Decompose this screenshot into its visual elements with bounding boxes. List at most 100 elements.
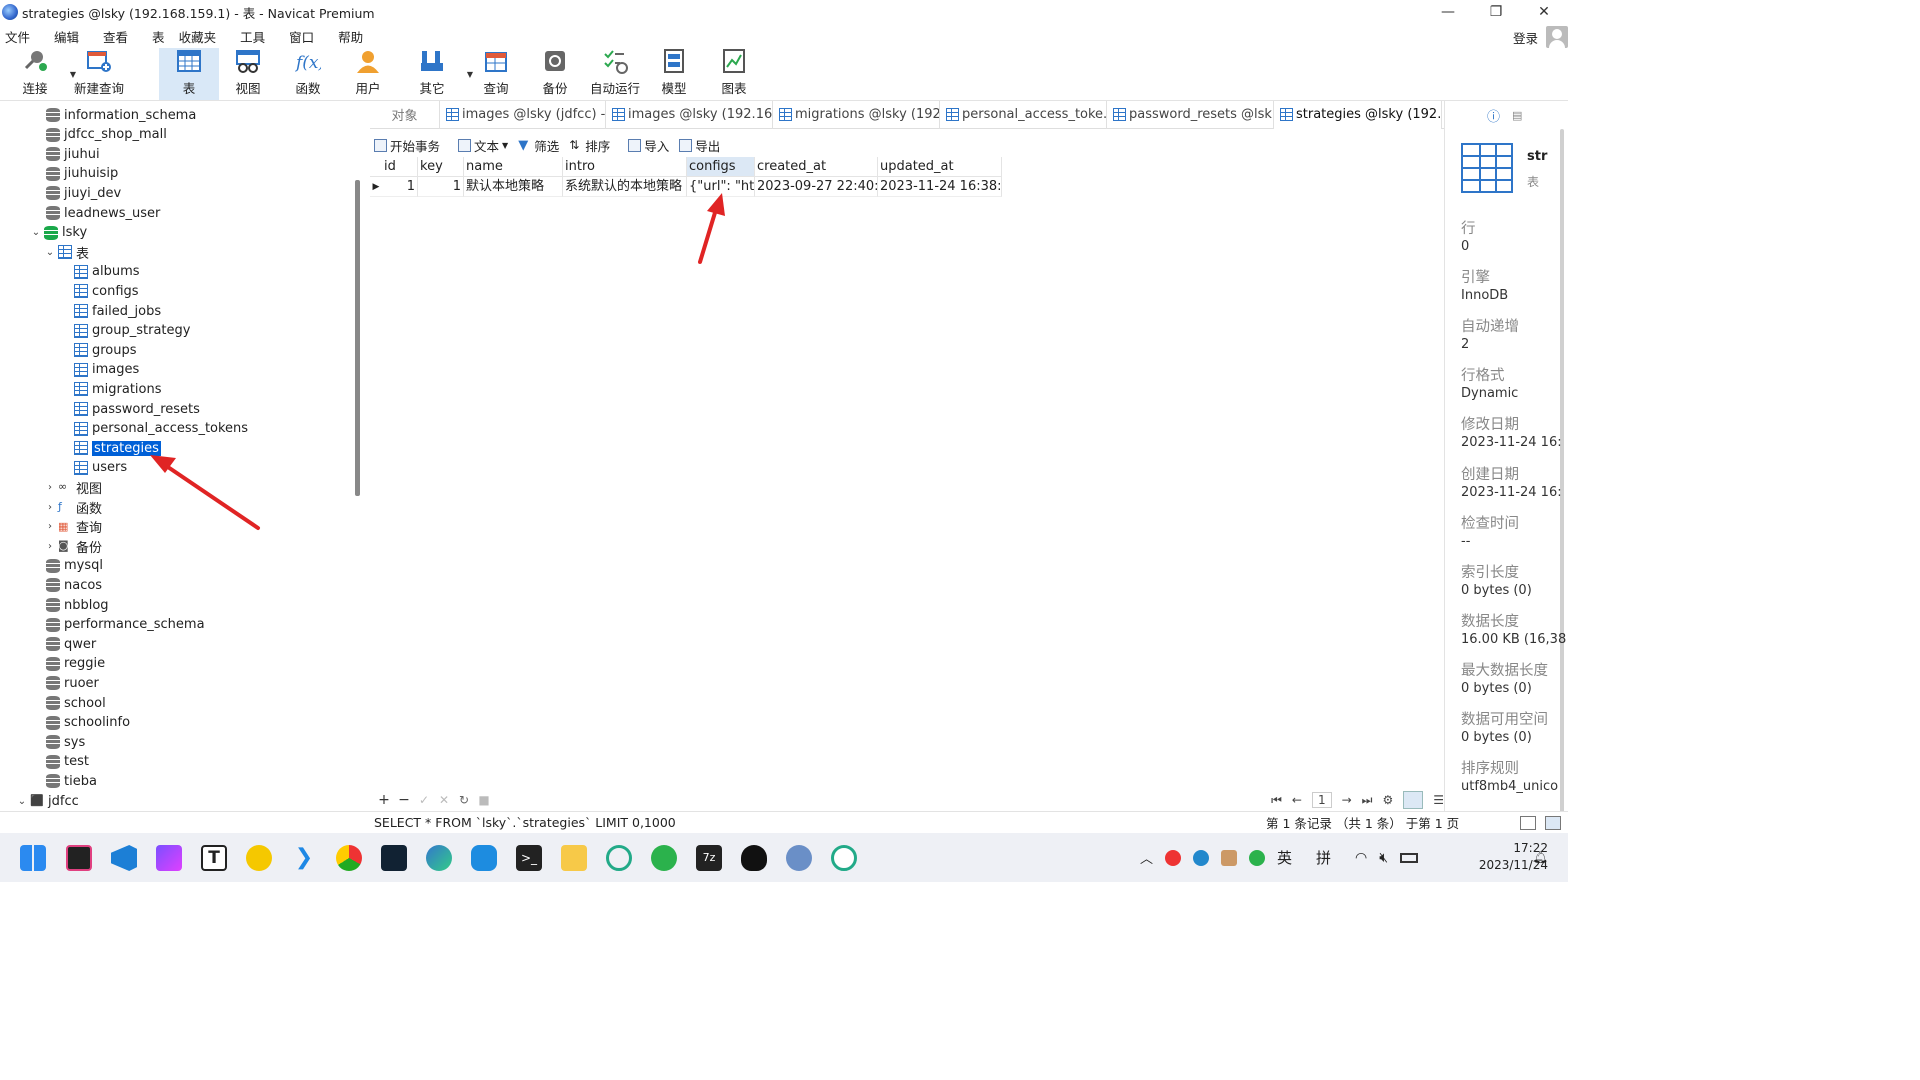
column-header-intro[interactable]: intro [563, 157, 687, 177]
toolbar-automation-button[interactable]: 自动运行 [585, 48, 645, 100]
menu-help[interactable]: 帮助 [332, 27, 369, 46]
settings-icon[interactable] [786, 845, 812, 871]
close-button[interactable]: ✕ [1520, 0, 1568, 24]
stop-icon[interactable]: ■ [478, 793, 490, 807]
menu-window[interactable]: 窗口 [283, 27, 320, 46]
tree-table-configs[interactable]: configs [74, 281, 139, 301]
grid-view-icon[interactable] [1403, 791, 1424, 809]
cell-key[interactable]: 1 [418, 177, 464, 197]
sort-button[interactable]: ⇅ 排序 [569, 136, 610, 155]
volume-muted-icon[interactable]: 🔇︎ [1379, 850, 1388, 866]
docker-icon[interactable] [471, 845, 497, 871]
navicat-taskbar-icon[interactable] [831, 845, 857, 871]
page-number-input[interactable]: 1 [1311, 792, 1332, 808]
tree-table-group-strategy[interactable]: group_strategy [74, 321, 190, 341]
tree-database[interactable]: sys [46, 732, 85, 752]
refresh-icon[interactable]: ↻ [458, 793, 470, 807]
minimize-button[interactable]: — [1424, 0, 1472, 24]
add-record-icon[interactable]: + [378, 792, 390, 808]
tree-database[interactable]: school [46, 693, 106, 713]
login-label[interactable]: 登录 [1513, 28, 1538, 47]
tree-database[interactable]: tieba [46, 771, 97, 791]
app-dark-icon[interactable] [381, 845, 407, 871]
notification-bell-icon[interactable]: 🔔︎ [1533, 850, 1548, 864]
tree-table-groups[interactable]: groups [74, 340, 137, 360]
panel-toggle-right-icon[interactable] [1545, 815, 1561, 830]
tree-database[interactable]: information_schema [46, 105, 196, 125]
toolbar-query-button[interactable]: 查询 [467, 48, 525, 100]
menu-file[interactable]: 文件 [0, 27, 36, 46]
cell-configs[interactable]: {"url": "http [687, 177, 755, 197]
import-button[interactable]: 导入 [628, 136, 669, 155]
column-header-key[interactable]: key [418, 157, 464, 177]
toolbar-view-button[interactable]: 视图 [219, 48, 277, 100]
tab-password-resets[interactable]: password_resets @lsk... [1107, 100, 1274, 129]
tree-database[interactable]: jiuhuisip [46, 164, 118, 184]
ime-language[interactable]: 英 [1277, 847, 1292, 868]
tree-table-personal-access-tokens[interactable]: personal_access_tokens [74, 419, 248, 439]
ddl-icon[interactable]: ▤ [1512, 109, 1522, 122]
menu-edit[interactable]: 编辑 [48, 27, 85, 46]
apply-changes-icon[interactable]: ✓ [418, 793, 430, 807]
chevron-right-icon[interactable]: › [44, 502, 56, 513]
chevron-down-icon[interactable]: ⌄ [30, 227, 42, 238]
tray-wechat-icon[interactable] [1249, 849, 1266, 866]
powershell-icon[interactable]: ❯ [291, 845, 317, 871]
begin-transaction-button[interactable]: 开始事务 [374, 136, 440, 155]
previous-page-icon[interactable]: ← [1292, 793, 1302, 807]
tree-database[interactable]: schoolinfo [46, 713, 130, 733]
tree-database[interactable]: jiuhui [46, 144, 100, 164]
tab-objects[interactable]: 对象 [370, 100, 440, 129]
tree-database[interactable]: leadnews_user [46, 203, 160, 223]
tree-database[interactable]: nbblog [46, 595, 109, 615]
cell-name[interactable]: 默认本地策略 [464, 177, 563, 197]
tree-folder[interactable]: › ƒ 函数 [44, 497, 102, 517]
tree-table-password-resets[interactable]: password_resets [74, 399, 200, 419]
restore-button[interactable]: ❐ [1472, 0, 1520, 24]
ime-mode[interactable]: 拼 [1316, 847, 1331, 868]
toolbar-chart-button[interactable]: 图表 [703, 48, 765, 100]
column-header-name[interactable]: name [464, 157, 563, 177]
tree-folder-tables[interactable]: ⌄ 表 [44, 242, 89, 262]
tray-app-icon[interactable] [1165, 849, 1182, 866]
cell-id[interactable]: 1 [382, 177, 418, 197]
toolbar-backup-button[interactable]: 备份 [525, 48, 585, 100]
cell-updated-at[interactable]: 2023-11-24 16:38:14 [878, 177, 1002, 197]
tab-strategies[interactable]: strategies @lsky (192.... [1274, 100, 1442, 129]
delete-record-icon[interactable]: − [398, 792, 410, 808]
menu-view[interactable]: 查看 [97, 27, 134, 46]
toolbar-model-button[interactable]: 模型 [645, 48, 703, 100]
tree-table-strategies[interactable]: strategies [74, 438, 161, 458]
tree-database[interactable]: test [46, 752, 89, 772]
avatar-icon[interactable] [1546, 26, 1568, 48]
chevron-down-icon[interactable]: ⌄ [44, 247, 56, 258]
next-page-icon[interactable]: → [1342, 793, 1352, 807]
tree-connection-jdfcc[interactable]: ⌄ ⬛ jdfcc [16, 791, 79, 811]
tray-app-icon[interactable] [1221, 849, 1238, 866]
column-header-updated-at[interactable]: updated_at [878, 157, 1002, 177]
tree-table-migrations[interactable]: migrations [74, 379, 162, 399]
tab-migrations[interactable]: migrations @lsky (192.... [773, 100, 940, 129]
app-purple-icon[interactable] [156, 845, 182, 871]
vscode-icon[interactable] [111, 845, 137, 871]
tree-folder[interactable]: › ▦ 查询 [44, 517, 102, 537]
7zip-icon[interactable]: 7z [696, 845, 722, 871]
tree-table-users[interactable]: users [74, 458, 127, 478]
export-button[interactable]: 导出 [679, 136, 720, 155]
tree-folder[interactable]: › ∞ 视图 [44, 477, 102, 497]
info-icon[interactable]: ⓘ [1487, 106, 1500, 125]
tree-database[interactable]: reggie [46, 654, 105, 674]
intellij-icon[interactable] [66, 845, 92, 871]
toolbar-function-button[interactable]: f(x) 函数 [277, 48, 339, 100]
tab-images-lsky[interactable]: images @lsky (192.16... [606, 100, 773, 129]
gear-icon[interactable]: ⚙ [1382, 793, 1393, 807]
typora-icon[interactable]: T [201, 845, 227, 871]
qq-icon[interactable] [741, 845, 767, 871]
tab-personal-access-tokens[interactable]: personal_access_toke... [940, 100, 1107, 129]
column-header-id[interactable]: id [382, 157, 418, 177]
tree-database[interactable]: nacos [46, 575, 102, 595]
wechat-icon[interactable] [651, 845, 677, 871]
chevron-right-icon[interactable]: › [44, 521, 56, 532]
tree-table-images[interactable]: images [74, 360, 139, 380]
tree-database[interactable]: jdfcc_shop_mall [46, 125, 167, 145]
